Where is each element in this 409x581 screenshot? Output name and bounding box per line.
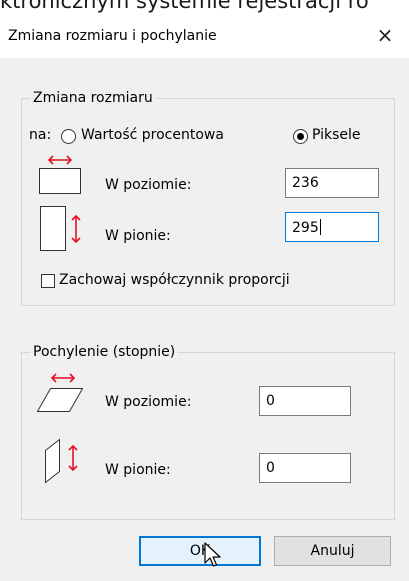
keep-ratio-checkbox[interactable] [41, 274, 55, 288]
background-document-text: ktronicznym systemie rejestracji ro [0, 0, 369, 13]
resize-vertical-input[interactable]: 295 [285, 212, 379, 242]
cancel-button[interactable]: Anuluj [274, 536, 391, 566]
pixels-radio-label[interactable]: Piksele [312, 127, 361, 143]
skew-vertical-icon [45, 438, 78, 484]
ok-button[interactable]: OK [139, 536, 261, 566]
resize-by-label: na: [29, 127, 52, 143]
skew-horizontal-label: W poziomie: [105, 394, 192, 410]
resize-horizontal-icon [39, 155, 81, 194]
dialog-body: Zmiana rozmiaru na: Wartość procentowa P… [0, 58, 409, 581]
resize-horizontal-input[interactable]: 236 [285, 168, 379, 198]
resize-skew-dialog: Zmiana rozmiaru i pochylanie × Zmiana ro… [0, 16, 409, 581]
percent-radio-label[interactable]: Wartość procentowa [81, 127, 224, 143]
percent-radio[interactable] [61, 129, 76, 144]
resize-group-legend: Zmiana rozmiaru [33, 90, 153, 106]
close-icon[interactable]: × [371, 20, 399, 50]
skew-vertical-label: W pionie: [105, 462, 171, 478]
text-caret [319, 219, 321, 235]
skew-vertical-input[interactable]: 0 [259, 453, 351, 483]
skew-horizontal-icon [36, 373, 84, 412]
skew-horizontal-input[interactable]: 0 [259, 386, 351, 416]
keep-ratio-label[interactable]: Zachowaj współczynnik proporcji [59, 272, 290, 288]
resize-horizontal-label: W poziomie: [105, 177, 192, 193]
dialog-title: Zmiana rozmiaru i pochylanie [8, 28, 217, 44]
skew-group-legend: Pochylenie (stopnie) [33, 344, 176, 360]
resize-vertical-label: W pionie: [105, 228, 171, 244]
resize-vertical-value: 295 [292, 220, 319, 236]
pixels-radio[interactable] [293, 129, 308, 144]
skew-group: Pochylenie (stopnie) [21, 344, 395, 520]
resize-vertical-icon [40, 206, 81, 251]
mouse-pointer-icon [204, 542, 221, 567]
